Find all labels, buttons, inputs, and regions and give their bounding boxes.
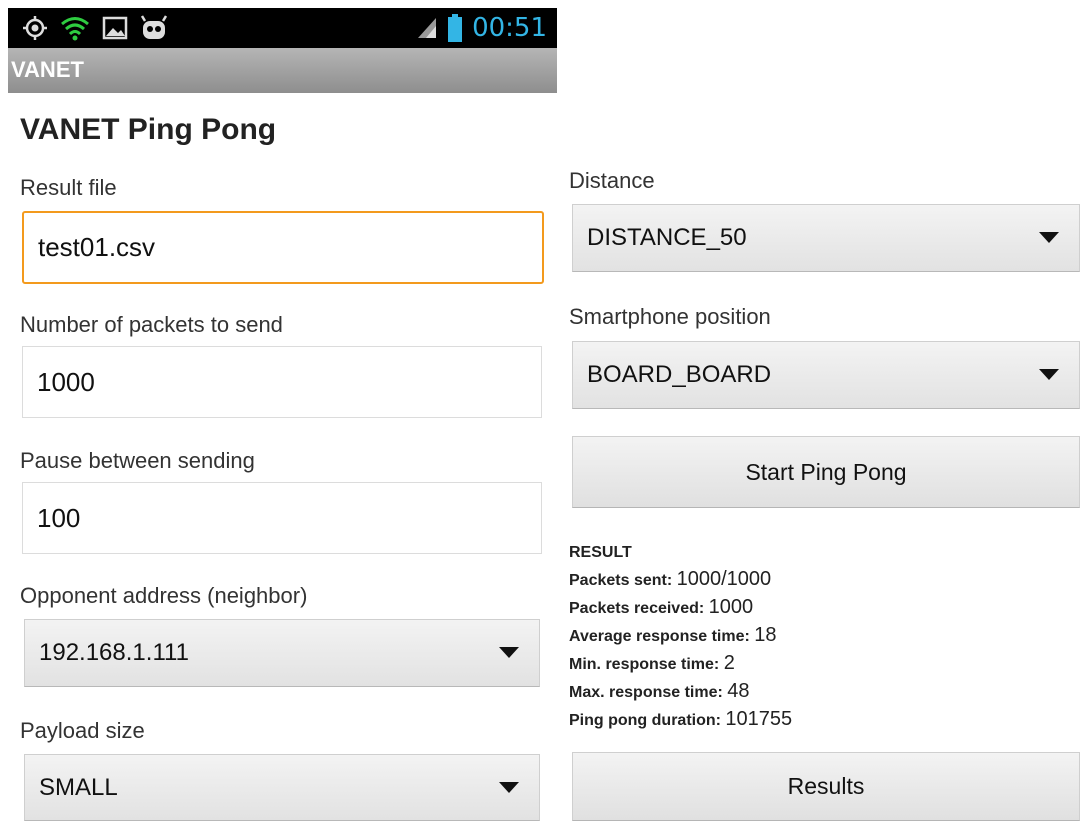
payload-label: Payload size (20, 718, 145, 743)
pause-input[interactable]: 100 (22, 482, 542, 554)
payload-spinner[interactable]: SMALL (24, 754, 540, 821)
packets-input[interactable]: 1000 (22, 346, 542, 418)
result-label: Min. response time: (569, 656, 724, 673)
gps-icon (23, 16, 47, 40)
results-header: RESULT (569, 544, 632, 561)
result-label: Ping pong duration: (569, 712, 726, 729)
result-row: Min. response time: 2 (569, 650, 792, 678)
result-label: Packets received: (569, 600, 709, 617)
image-icon (102, 16, 128, 40)
distance-value: DISTANCE_50 (587, 224, 747, 251)
result-file-input[interactable]: test01.csv (22, 211, 544, 284)
start-ping-pong-button[interactable]: Start Ping Pong (572, 436, 1080, 508)
wifi-icon (61, 17, 89, 41)
result-row: Average response time: 18 (569, 622, 792, 650)
result-label: Max. response time: (569, 684, 728, 701)
result-label: Packets sent: (569, 572, 677, 589)
opponent-value: 192.168.1.111 (39, 639, 189, 666)
result-value: 18 (754, 624, 777, 646)
battery-icon (448, 14, 463, 42)
position-value: BOARD_BOARD (587, 361, 772, 388)
result-value: 1000/1000 (676, 568, 772, 590)
result-row: Packets received: 1000 (569, 594, 792, 622)
result-value: 101755 (725, 708, 793, 730)
result-row: Ping pong duration: 101755 (569, 706, 792, 734)
opponent-label: Opponent address (neighbor) (20, 583, 308, 608)
page-title: VANET Ping Pong (20, 113, 277, 146)
dropdown-arrow-icon (1039, 369, 1059, 380)
packets-label: Number of packets to send (20, 312, 283, 337)
android-icon (140, 15, 168, 39)
signal-icon (418, 18, 437, 38)
pause-label: Pause between sending (20, 448, 255, 473)
opponent-spinner[interactable]: 192.168.1.111 (24, 619, 540, 687)
result-label: Average response time: (569, 628, 755, 645)
result-file-label: Result file (20, 175, 117, 200)
app-title-bar: VANET (8, 48, 557, 93)
status-time: 00:51 (472, 13, 547, 43)
position-spinner[interactable]: BOARD_BOARD (572, 341, 1080, 409)
payload-value: SMALL (39, 773, 118, 801)
position-label: Smartphone position (569, 304, 771, 329)
distance-label: Distance (569, 168, 655, 193)
results-panel: RESULT Packets sent: 1000/1000 Packets r… (569, 540, 792, 734)
result-value: 1000 (708, 596, 754, 618)
result-row: Max. response time: 48 (569, 678, 792, 706)
dropdown-arrow-icon (499, 781, 519, 793)
result-value: 2 (723, 652, 735, 674)
result-row: Packets sent: 1000/1000 (569, 566, 792, 594)
dropdown-arrow-icon (1039, 232, 1059, 243)
dropdown-arrow-icon (499, 647, 519, 658)
results-button[interactable]: Results (572, 752, 1080, 821)
distance-spinner[interactable]: DISTANCE_50 (572, 204, 1080, 272)
app-title: VANET (11, 57, 84, 82)
status-bar: 00:51 (8, 8, 557, 48)
result-value: 48 (727, 680, 750, 702)
